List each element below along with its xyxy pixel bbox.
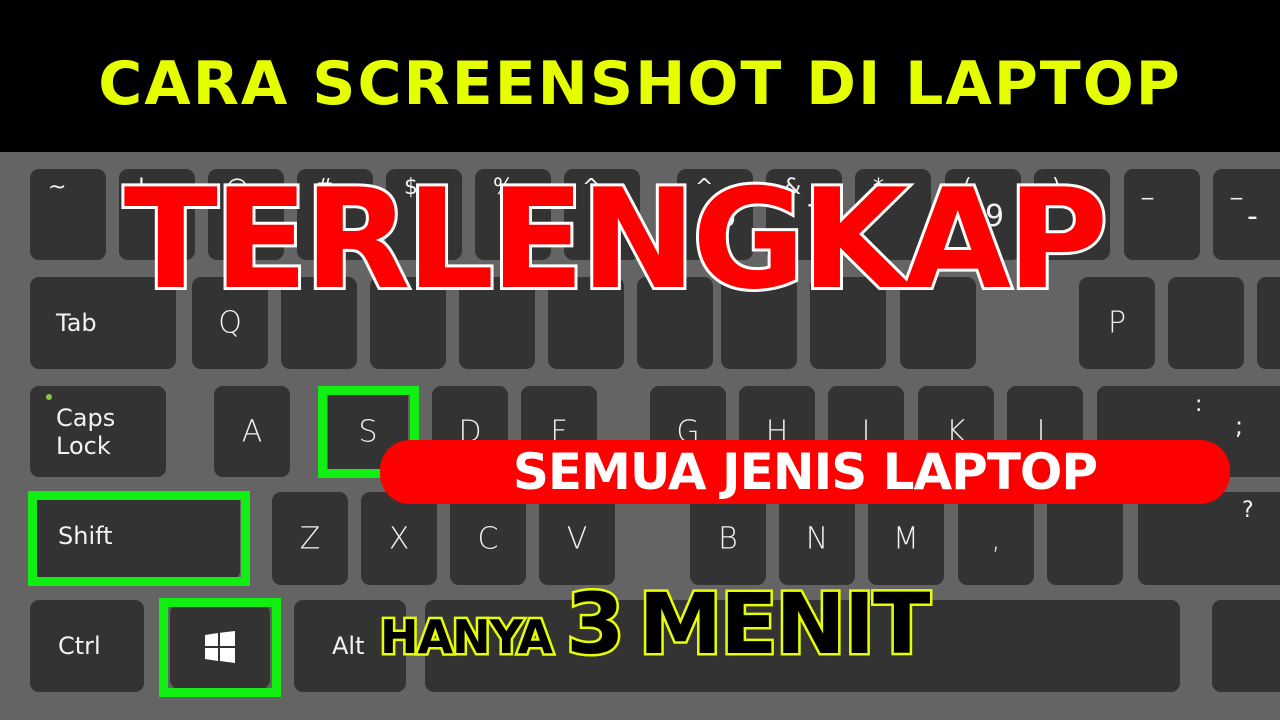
- headline-terlengkap: TERLENGKAP: [121, 159, 1112, 320]
- key-caps-lock: Caps Lock: [30, 386, 166, 477]
- duration-number: 3: [564, 573, 627, 676]
- duration-unit: MENIT: [636, 573, 933, 676]
- key-period: .: [1047, 492, 1147, 585]
- key-comma: ,: [958, 492, 1034, 585]
- key-bracket-2: [1257, 277, 1280, 369]
- duration-prefix: HANYA: [377, 608, 555, 667]
- key-windows-right: [1212, 600, 1280, 692]
- key-equals: _ -: [1213, 169, 1280, 260]
- caps-lock-led: [46, 394, 52, 400]
- key-alt-right: [1080, 600, 1180, 692]
- duration-caption: HANYA 3 MENIT: [377, 573, 933, 676]
- subtitle-badge: SEMUA JENIS LAPTOP: [380, 440, 1230, 504]
- video-title: CARA SCREENSHOT DI LAPTOP: [98, 49, 1182, 119]
- key-z: Z: [272, 492, 348, 585]
- key-n: N: [779, 492, 855, 585]
- highlight-shift-key: [28, 491, 250, 586]
- key-b: B: [690, 492, 766, 585]
- key-a: A: [214, 386, 290, 477]
- key-m: M: [868, 492, 944, 585]
- key-v: V: [539, 492, 615, 585]
- key-slash: ?: [1138, 492, 1280, 585]
- key-x: X: [361, 492, 437, 585]
- highlight-windows-key: [159, 598, 281, 697]
- title-banner: CARA SCREENSHOT DI LAPTOP: [0, 0, 1280, 152]
- key-ctrl: Ctrl: [30, 600, 144, 692]
- key-c: C: [450, 492, 526, 585]
